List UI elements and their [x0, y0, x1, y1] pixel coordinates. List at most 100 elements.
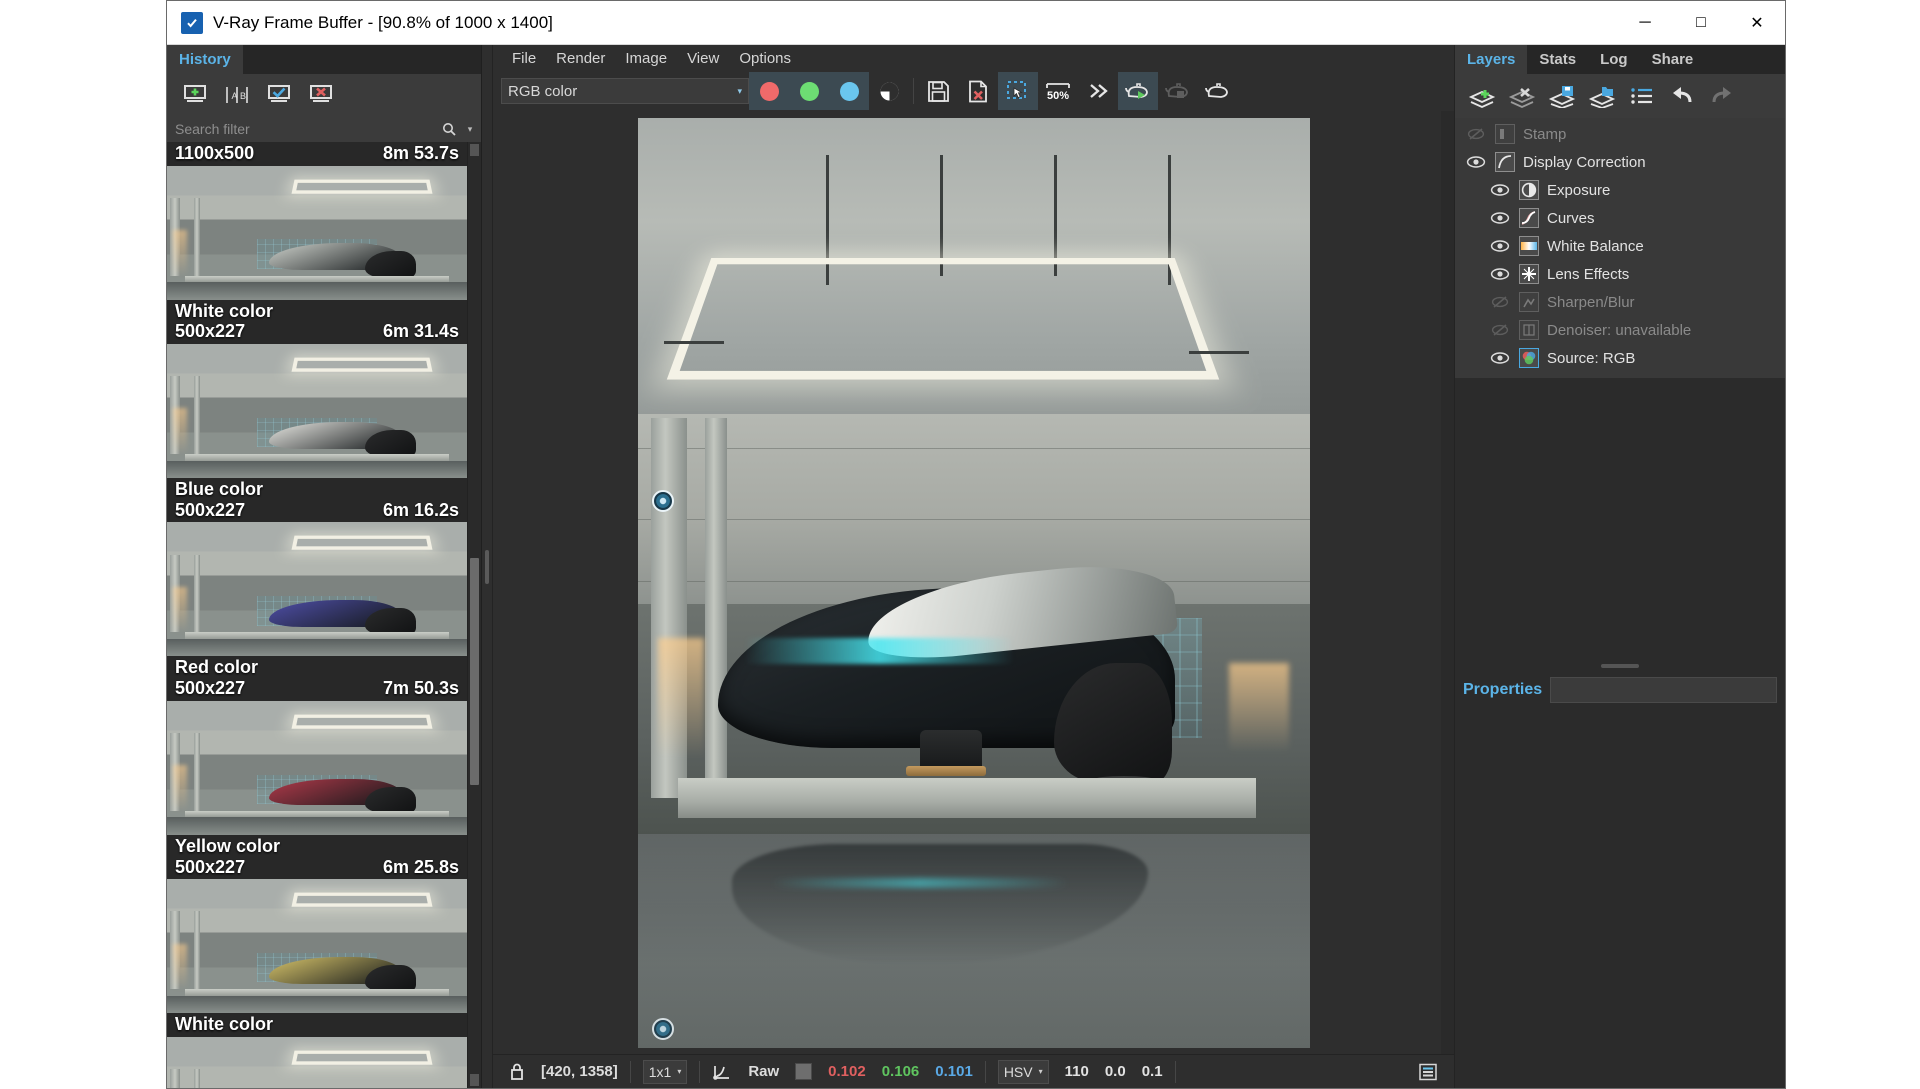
redo-button[interactable] — [1705, 81, 1739, 111]
load-layers-button[interactable] — [1585, 81, 1619, 111]
green-channel-toggle[interactable] — [789, 72, 829, 110]
set-as-current-button[interactable] — [263, 81, 295, 109]
layer-row[interactable]: Sharpen/Blur — [1455, 288, 1785, 316]
red-dot-icon — [759, 81, 779, 101]
history-item[interactable]: Blue color 500x227 6m 16.2s — [167, 478, 467, 657]
white-balance-icon — [1519, 236, 1539, 256]
menu-item-options[interactable]: Options — [730, 48, 800, 69]
tab-log[interactable]: Log — [1588, 45, 1640, 74]
history-item-meta: 1100x500 8m 53.7s — [175, 143, 459, 164]
eye-visible-icon[interactable] — [1489, 351, 1511, 365]
image-panel: File Render Image View Options RGB color ▾ — [492, 45, 1455, 1088]
minimize-button[interactable]: ─ — [1617, 1, 1673, 44]
layer-row[interactable]: Curves — [1455, 204, 1785, 232]
eye-visible-icon[interactable] — [1489, 183, 1511, 197]
layer-presets-button[interactable] — [1625, 81, 1659, 111]
menu-item-view[interactable]: View — [678, 48, 728, 69]
history-scroll-down-arrow[interactable] — [470, 1074, 479, 1086]
close-button[interactable]: ✕ — [1729, 1, 1785, 44]
maximize-button[interactable]: □ — [1673, 1, 1729, 44]
rendered-image[interactable] — [637, 118, 1310, 1048]
red-channel-toggle[interactable] — [749, 72, 789, 110]
pixel-probe-icon[interactable] — [704, 1059, 740, 1085]
eye-hidden-icon[interactable] — [1489, 295, 1511, 309]
compare-ab-button[interactable]: A B — [221, 81, 253, 109]
clear-image-button[interactable] — [958, 72, 998, 110]
render-stop-button[interactable] — [1158, 72, 1198, 110]
region-anchor-handle[interactable] — [651, 1018, 674, 1040]
search-input[interactable] — [175, 121, 435, 137]
layer-row[interactable]: Source: RGB — [1455, 344, 1785, 372]
source-rgb-icon — [1519, 348, 1539, 368]
scene-ceiling-light — [667, 257, 1220, 380]
history-item[interactable]: White color 500x227 6m 31.4s — [167, 299, 467, 479]
eye-hidden-icon[interactable] — [1465, 127, 1487, 141]
value-value-text: 0.1 — [1141, 1063, 1163, 1080]
exposure-icon — [1519, 180, 1539, 200]
eye-visible-icon[interactable] — [1489, 267, 1511, 281]
history-item-time: 8m 53.7s — [382, 143, 459, 163]
search-icon[interactable] — [439, 122, 459, 136]
eye-visible-icon[interactable] — [1489, 239, 1511, 253]
layer-row[interactable]: White Balance — [1455, 232, 1785, 260]
channel-select-value: RGB color — [508, 82, 578, 100]
history-scroll-thumb[interactable] — [470, 558, 479, 786]
sample-size-select[interactable]: 1x1 ▾ — [642, 1059, 688, 1084]
splitter-grip — [1601, 664, 1639, 668]
color-space-select[interactable]: HSV ▾ — [997, 1059, 1049, 1084]
panel-toggle-button[interactable] — [1410, 1059, 1446, 1085]
eye-hidden-icon[interactable] — [1489, 323, 1511, 337]
save-layers-button[interactable] — [1545, 81, 1579, 111]
delete-layer-button[interactable] — [1505, 81, 1539, 111]
history-item[interactable]: Red color 500x227 7m 50.3s — [167, 656, 467, 835]
history-item[interactable]: White color — [167, 1013, 467, 1088]
eye-visible-icon[interactable] — [1489, 211, 1511, 225]
tab-share[interactable]: Share — [1640, 45, 1706, 74]
blue-channel-toggle[interactable] — [829, 72, 869, 110]
curves-icon — [1519, 208, 1539, 228]
properties-field[interactable] — [1550, 677, 1777, 703]
alpha-channel-toggle[interactable] — [869, 72, 909, 110]
layer-row[interactable]: Denoiser: unavailable — [1455, 316, 1785, 344]
tab-layers[interactable]: Layers — [1455, 45, 1528, 74]
layer-row[interactable]: Display Correction — [1455, 148, 1785, 176]
menu-item-image[interactable]: Image — [616, 48, 676, 69]
color-space-value: HSV — [1003, 1063, 1033, 1080]
more-options-button[interactable] — [1078, 72, 1118, 110]
tab-stats[interactable]: Stats — [1527, 45, 1588, 74]
channel-select[interactable]: RGB color ▾ — [501, 78, 749, 104]
zoom-level-button[interactable]: 50% — [1038, 72, 1078, 110]
history-item[interactable]: Yellow color 500x227 6m 25.8s — [167, 834, 467, 1014]
layer-name: Stamp — [1523, 125, 1567, 143]
search-filter-caret-icon[interactable]: ▾ — [463, 124, 477, 135]
properties-splitter[interactable] — [1455, 660, 1785, 672]
menu-item-file[interactable]: File — [503, 48, 545, 69]
scene-warm-light — [657, 638, 704, 758]
render-viewport[interactable] — [493, 111, 1454, 1054]
save-to-history-button[interactable] — [179, 81, 211, 109]
history-item[interactable]: 1100x500 8m 53.7s — [167, 142, 467, 300]
layers-toolbar — [1455, 74, 1785, 118]
layer-row[interactable]: Exposure — [1455, 176, 1785, 204]
status-bar: [420, 1358] 1x1 ▾ Raw 0.102 0.106 0.101 … — [493, 1054, 1454, 1088]
layer-name: Display Correction — [1523, 153, 1646, 171]
menu-item-render[interactable]: Render — [547, 48, 614, 69]
history-scrollbar[interactable] — [467, 142, 481, 1088]
delete-history-button[interactable] — [305, 81, 337, 109]
render-button[interactable] — [1198, 72, 1238, 110]
image-vertical-scrollbar[interactable] — [1441, 111, 1454, 1054]
color-swatch-cell — [787, 1059, 820, 1085]
layer-row[interactable]: Stamp — [1455, 120, 1785, 148]
region-render-button[interactable] — [998, 72, 1038, 110]
left-splitter[interactable] — [482, 45, 492, 1088]
layer-row[interactable]: Lens Effects — [1455, 260, 1785, 288]
eye-visible-icon[interactable] — [1465, 155, 1487, 169]
undo-button[interactable] — [1665, 81, 1699, 111]
pixel-lock-button[interactable] — [501, 1059, 533, 1085]
history-scroll-up-arrow[interactable] — [470, 144, 479, 156]
tab-history[interactable]: History — [167, 45, 243, 74]
save-image-button[interactable] — [918, 72, 958, 110]
region-anchor-handle[interactable] — [651, 490, 674, 512]
add-layer-button[interactable] — [1465, 81, 1499, 111]
render-last-button[interactable] — [1118, 72, 1158, 110]
